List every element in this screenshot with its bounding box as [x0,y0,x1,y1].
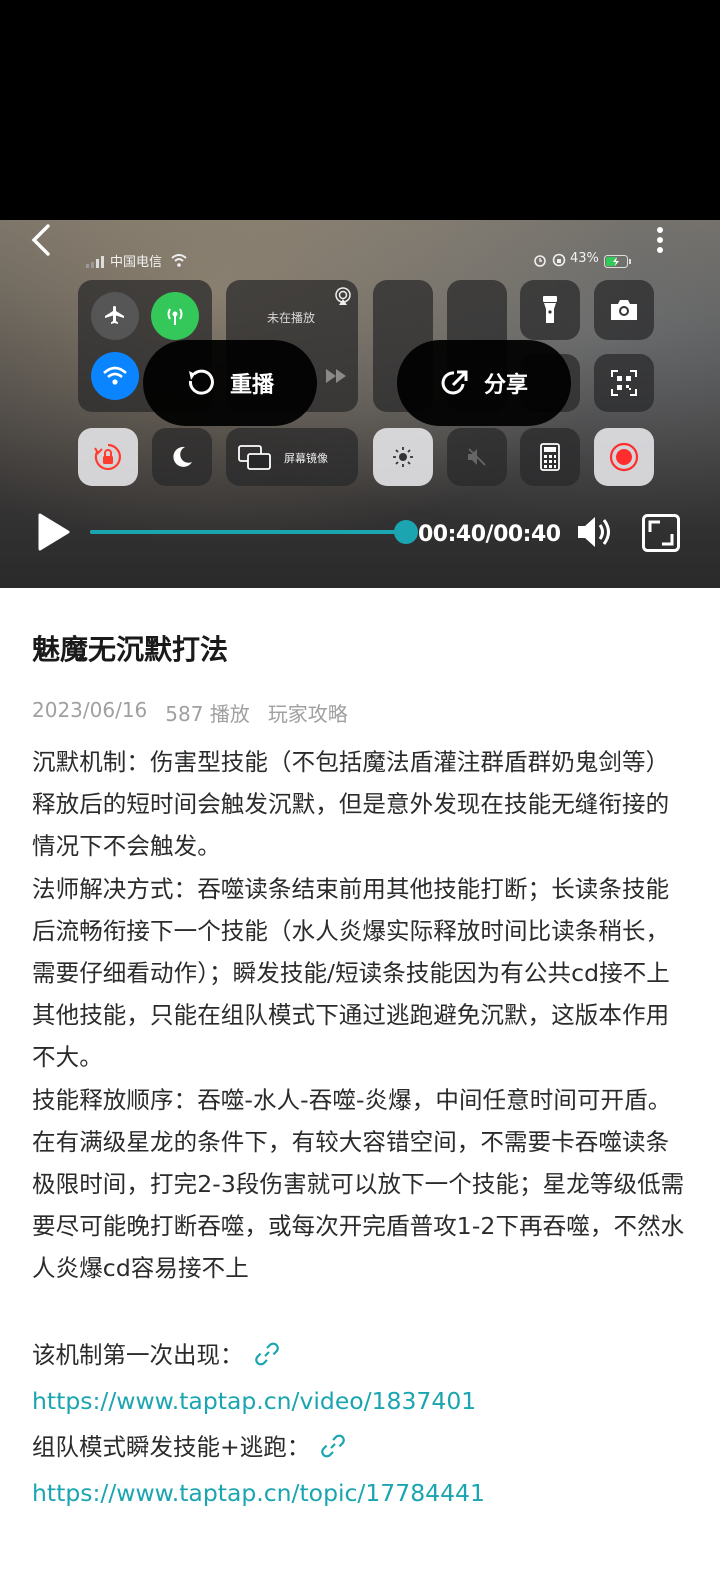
screen-mirroring-label: 屏幕镜像 [284,452,328,465]
wifi-icon [103,366,127,385]
fullscreen-button[interactable] [642,514,680,552]
wifi-status-icon [171,252,187,271]
orientation-lock-button[interactable] [78,428,138,486]
cellular-toggle[interactable] [151,292,199,340]
video-player[interactable]: 中国电信 43% 未在播放 屏幕镜像 重播 分享 00:40/00:40 [0,0,720,588]
carrier-label: 中国电信 [110,255,163,270]
link-line: 组队模式瞬发技能+逃跑： https://www.taptap.cn/topic/… [32,1424,688,1516]
volume-slider-bottom[interactable] [447,428,507,486]
record-icon [609,442,639,472]
link-url[interactable]: https://www.taptap.cn/video/1837401 [32,1387,476,1415]
screen-mirroring-icon [238,445,271,470]
link-line: 该机制第一次出现： https://www.taptap.cn/video/183… [32,1332,688,1424]
more-button[interactable] [650,226,670,254]
focus-mode-button[interactable] [152,428,212,486]
paragraph: 技能释放顺序：吞噬-水人-吞噬-炎爆，中间任意时间可开盾。 [32,1085,672,1114]
play-icon [38,513,70,551]
paragraph: 法师解决方式：吞噬读条结束前用其他技能打断；长读条技能后流畅衔接下一个技能（水人… [32,874,670,1072]
link-label: 组队模式瞬发技能+逃跑： [32,1432,311,1461]
link-url[interactable]: https://www.taptap.cn/topic/17784441 [32,1479,485,1507]
share-label: 分享 [483,373,528,398]
publish-date: 2023/06/16 [32,698,148,722]
now-playing-label: 未在播放 [267,311,316,325]
airplane-mode-toggle[interactable] [91,292,139,340]
battery-icon [604,253,632,272]
paragraph: 沉默机制：伤害型技能（不包括魔法盾灌注群盾群奶鬼剑等）释放后的短时间会触发沉默，… [32,748,670,861]
signal-icon [86,253,106,272]
playback-controls [0,500,720,570]
screen-record-button[interactable] [594,428,654,486]
link-label: 该机制第一次出现： [32,1340,244,1369]
replay-label: 重播 [229,373,274,398]
article-meta: 2023/06/16 587 播放 玩家攻略 [32,698,688,727]
replay-icon [188,369,214,395]
moon-icon [173,446,192,467]
airplane-icon [105,306,124,324]
cellular-antenna-icon [167,308,183,325]
airplay-icon[interactable] [333,286,353,310]
progress-track[interactable] [90,530,406,534]
qr-scanner-button[interactable] [594,354,654,412]
link-icon [254,1342,279,1366]
replay-button[interactable]: 重播 [143,340,317,426]
progress-fill [90,530,406,534]
volume-button[interactable] [576,514,614,550]
wifi-toggle[interactable] [91,352,139,400]
article-body: 沉默机制：伤害型技能（不包括魔法盾灌注群盾群奶鬼剑等）释放后的短时间会触发沉默，… [32,741,688,1516]
paragraph: 在有满级星龙的条件下，有较大容错空间，不需要卡吞噬读条极限时间，打完2-3段伤害… [32,1127,685,1283]
mute-icon [468,448,486,466]
playback-time: 00:40/00:40 [418,522,561,547]
camera-icon [611,300,637,320]
flashlight-icon [543,296,557,323]
more-icon [657,227,663,253]
orientation-lock-icon [94,443,121,471]
fast-forward-icon[interactable] [326,368,348,387]
article: 魅魔无沉默打法 2023/06/16 587 播放 玩家攻略 沉默机制：伤害型技… [32,630,688,1516]
link-icon [321,1434,346,1458]
brightness-slider-bottom[interactable] [373,428,433,486]
screen-mirroring-button[interactable]: 屏幕镜像 [226,428,358,486]
flashlight-button[interactable] [520,280,580,340]
back-button[interactable] [28,222,60,258]
play-button[interactable] [36,512,72,552]
progress-handle[interactable] [394,520,418,544]
article-title: 魅魔无沉默打法 [32,633,229,666]
volume-icon [578,517,610,547]
camera-button[interactable] [594,280,654,340]
alarm-icon [533,252,547,271]
rotation-lock-status-icon [552,252,566,271]
calculator-button[interactable] [520,428,580,486]
share-button[interactable]: 分享 [397,340,571,426]
share-icon [441,370,468,395]
fullscreen-icon [642,514,680,552]
qr-code-icon [611,370,637,396]
category-tag[interactable]: 玩家攻略 [268,698,348,727]
brightness-icon [393,447,413,467]
calculator-icon [540,443,560,471]
battery-percent: 43% [570,251,599,266]
back-icon [31,224,50,256]
play-count: 587 播放 [165,702,250,726]
